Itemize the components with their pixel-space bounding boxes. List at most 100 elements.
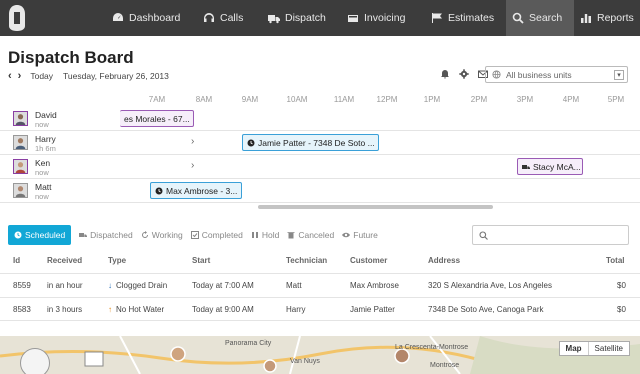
flag-icon (432, 13, 442, 23)
cell-total: $0 (617, 305, 626, 314)
job-card[interactable]: Jamie Patter - 7348 De Soto ... (242, 134, 379, 151)
chevron-right-icon[interactable]: › (191, 160, 194, 171)
nav-invoicing[interactable]: Invoicing (341, 0, 411, 36)
tech-row-ken: Ken now › Stacy McA... (0, 155, 640, 179)
logo-icon[interactable] (6, 4, 28, 32)
hour-label: 5PM (607, 95, 625, 104)
refresh-icon (141, 231, 148, 238)
search-icon (479, 231, 488, 240)
cell-customer: Jamie Patter (350, 305, 395, 314)
satellite-button[interactable]: Satellite (587, 342, 629, 355)
tech-row-harry: Harry 1h 6m › Jamie Patter - 7348 De Sot… (0, 131, 640, 155)
nav-search[interactable]: Search (506, 0, 574, 36)
map-label: Van Nuys (290, 358, 320, 365)
checkbox-icon (190, 231, 199, 239)
prev-day-icon[interactable]: ‹ (8, 70, 12, 82)
timeline-scrollbar[interactable] (258, 205, 493, 209)
cell-start: Today at 9:00 AM (192, 305, 254, 314)
nav-dispatch[interactable]: Dispatch (262, 0, 332, 36)
today-button[interactable]: Today (30, 71, 53, 81)
filter-scheduled[interactable]: Scheduled (8, 225, 72, 245)
cell-received: in 3 hours (47, 305, 83, 314)
bell-icon[interactable] (440, 69, 450, 79)
dashboard-icon (113, 13, 123, 21)
cell-id: 8583 (13, 305, 31, 314)
tech-status: now (35, 192, 49, 201)
business-units-value: All business units (506, 69, 572, 80)
hour-label: 11AM (333, 95, 355, 104)
tech-name: Harry (35, 134, 56, 144)
filter-future[interactable]: Future (342, 230, 378, 240)
column-header[interactable]: Start (192, 256, 210, 265)
column-header[interactable]: Total (606, 256, 625, 265)
chevron-right-icon[interactable]: › (191, 136, 194, 147)
trash-icon (287, 232, 295, 239)
column-header[interactable]: Address (428, 256, 460, 265)
cell-address: 7348 De Soto Ave, Canoga Park (428, 305, 544, 314)
business-units-select[interactable]: All business units ▾ (485, 66, 628, 83)
arrow-down-icon: ↓ (108, 281, 112, 290)
search-icon (512, 12, 524, 24)
cell-customer: Max Ambrose (350, 281, 399, 290)
column-header[interactable]: Id (13, 256, 20, 265)
filter-canceled[interactable]: Canceled (287, 230, 334, 240)
top-nav: Dashboard Calls Dispatch Invoicing Estim… (0, 0, 640, 36)
nav-calls-label: Calls (220, 12, 244, 24)
map-button[interactable]: Map (560, 342, 588, 355)
reports-icon (581, 14, 591, 23)
nav-dispatch-label: Dispatch (285, 12, 326, 24)
avatar[interactable] (13, 159, 28, 174)
map-label: La Crescenta-Montrose (395, 344, 469, 351)
cell-received: in an hour (47, 281, 83, 290)
tech-status: now (35, 120, 49, 129)
filter-working[interactable]: Working (141, 230, 183, 240)
cell-total: $0 (617, 281, 626, 290)
tech-status: 1h 6m (35, 144, 56, 153)
job-card[interactable]: Max Ambrose - 3... (150, 182, 242, 199)
hour-label: 10AM (286, 95, 308, 104)
arrow-up-icon: ↑ (108, 305, 112, 314)
column-header[interactable]: Type (108, 256, 126, 265)
nav-estimates[interactable]: Estimates (425, 0, 500, 36)
filter-dispatched[interactable]: Dispatched (79, 230, 133, 240)
filter-hold[interactable]: Hold (251, 230, 279, 240)
job-card-label: es Morales - 67... (124, 113, 190, 124)
cell-id: 8559 (13, 281, 31, 290)
job-card[interactable]: es Morales - 67... (120, 110, 194, 127)
next-day-icon[interactable]: › (18, 70, 22, 82)
filter-completed[interactable]: Completed (190, 230, 243, 240)
clock-icon (155, 187, 163, 194)
gear-icon[interactable] (459, 69, 469, 79)
nav-reports[interactable]: Reports (574, 0, 640, 36)
cell-type: Clogged Drain (116, 281, 168, 290)
table-row[interactable]: 8583 in 3 hours ↑ No Hot Water Today at … (0, 297, 640, 321)
avatar[interactable] (13, 111, 28, 126)
tech-name: Matt (35, 182, 52, 192)
column-header[interactable]: Technician (286, 256, 327, 265)
avatar[interactable] (13, 135, 28, 150)
nav-reports-label: Reports (597, 12, 634, 24)
hour-label: 12PM (376, 95, 398, 104)
person-icon (15, 114, 26, 125)
person-icon (15, 162, 26, 173)
filter-label: Future (353, 230, 378, 240)
avatar[interactable] (13, 183, 28, 198)
page-title: Dispatch Board (8, 48, 134, 67)
nav-calls[interactable]: Calls (197, 0, 249, 36)
invoice-icon (348, 15, 358, 22)
nav-invoicing-label: Invoicing (364, 12, 406, 24)
clock-icon (14, 231, 22, 239)
column-header[interactable]: Customer (350, 256, 387, 265)
chevron-down-icon: ▾ (614, 70, 624, 80)
map-pan-control[interactable] (20, 348, 50, 374)
cell-technician: Harry (286, 305, 306, 314)
hour-label: 2PM (470, 95, 488, 104)
column-header[interactable]: Received (47, 256, 82, 265)
job-card[interactable]: Stacy McA... (517, 158, 583, 175)
nav-search-label: Search (529, 12, 563, 24)
table-row[interactable]: 8559 in an hour ↓ Clogged Drain Today at… (0, 273, 640, 297)
nav-dashboard[interactable]: Dashboard (106, 0, 186, 36)
map[interactable]: Panorama City Van Nuys La Crescenta-Mont… (0, 336, 640, 374)
nav-dashboard-label: Dashboard (129, 12, 181, 24)
job-search-input[interactable] (472, 225, 629, 245)
